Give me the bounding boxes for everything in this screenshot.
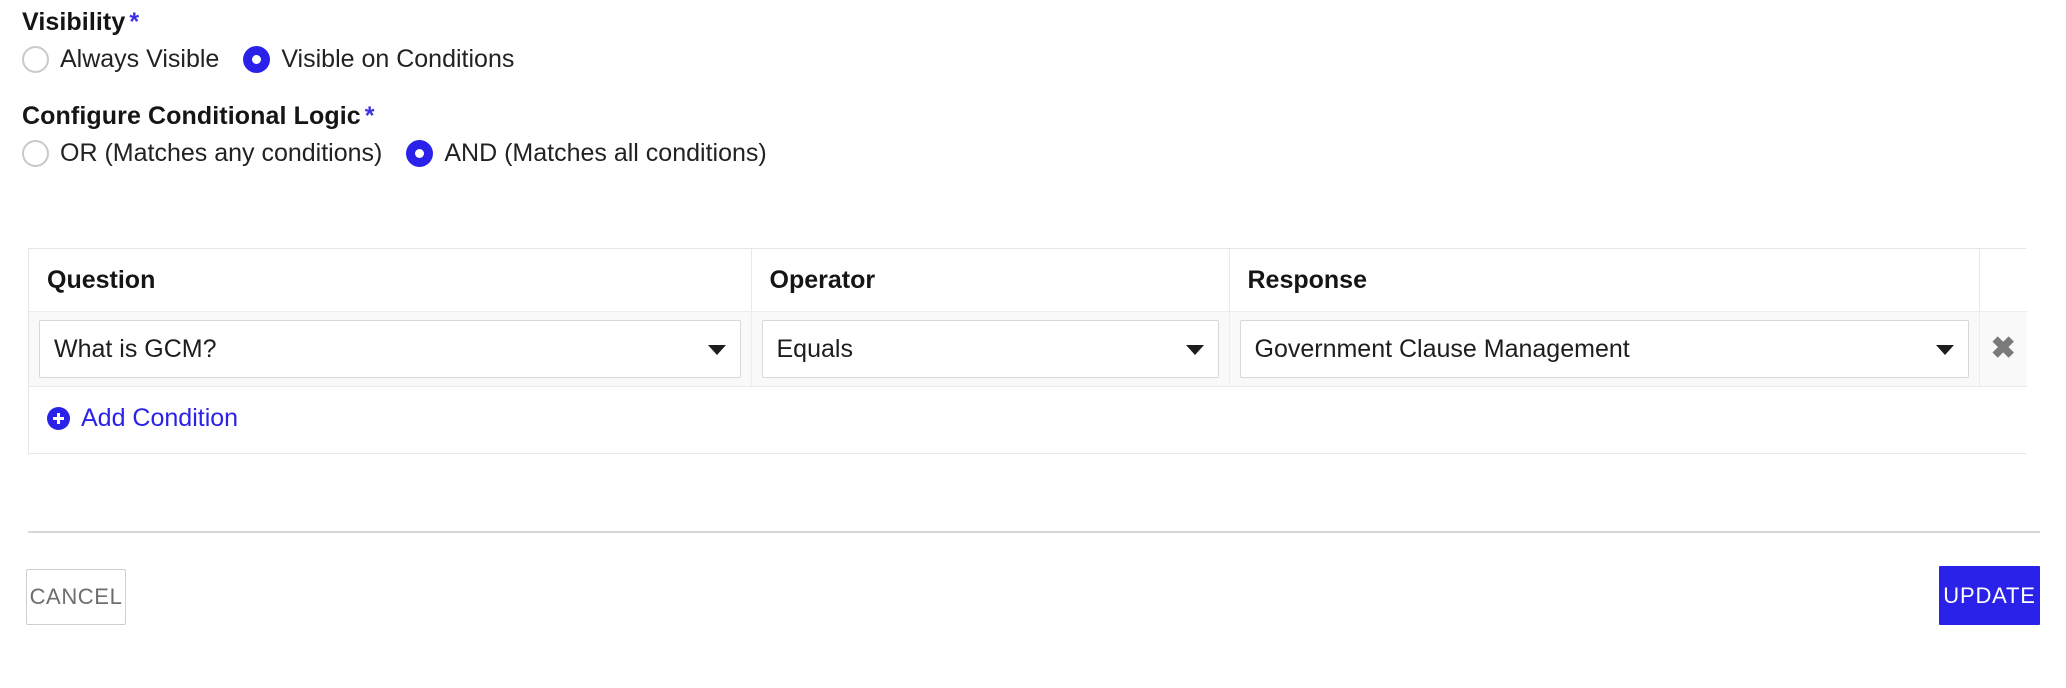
conditional-logic-radio-group: OR (Matches any conditions) AND (Matches… xyxy=(22,140,767,167)
plus-circle-icon xyxy=(47,406,70,430)
add-condition-label: Add Condition xyxy=(81,403,239,432)
radio-unselected-icon[interactable] xyxy=(22,46,49,73)
chevron-down-icon[interactable] xyxy=(707,345,726,355)
cell-remove: ✖ xyxy=(1979,311,2027,387)
operator-select[interactable]: Equals xyxy=(761,320,1219,378)
footer-divider xyxy=(28,531,2040,533)
radio-label-visible-on-conditions: Visible on Conditions xyxy=(281,45,515,73)
conditional-logic-label-text: Configure Conditional Logic xyxy=(22,102,361,130)
radio-label-or: OR (Matches any conditions) xyxy=(60,139,383,167)
cell-question: What is GCM? xyxy=(29,311,752,387)
conditions-table: Question Operator Response What is GCM? xyxy=(28,248,2027,454)
visibility-radio-group: Always Visible Visible on Conditions xyxy=(22,46,514,73)
question-select[interactable]: What is GCM? xyxy=(39,320,741,378)
cell-add-condition: Add Condition xyxy=(29,386,2027,453)
radio-label-always-visible: Always Visible xyxy=(60,45,220,73)
chevron-down-icon[interactable] xyxy=(1935,345,1954,355)
cell-operator: Equals xyxy=(751,311,1230,387)
column-header-question: Question xyxy=(29,249,752,312)
radio-unselected-icon[interactable] xyxy=(22,140,49,167)
radio-option-always-visible[interactable]: Always Visible xyxy=(22,46,219,73)
visibility-required-asterisk: * xyxy=(129,8,140,36)
radio-selected-icon[interactable] xyxy=(243,46,271,73)
conditional-logic-label: Configure Conditional Logic * xyxy=(22,102,375,131)
response-select[interactable]: Government Clause Management xyxy=(1239,320,1969,378)
visibility-label: Visibility * xyxy=(22,8,139,37)
chevron-down-icon[interactable] xyxy=(1185,345,1204,355)
conditional-visibility-form: Visibility * Always Visible Visible on Co… xyxy=(0,0,2066,688)
radio-option-or[interactable]: OR (Matches any conditions) xyxy=(22,140,382,167)
cancel-button[interactable]: CANCEL xyxy=(26,569,126,625)
conditional-logic-required-asterisk: * xyxy=(364,102,375,130)
table-header-row: Question Operator Response xyxy=(29,249,2027,312)
response-select-value: Government Clause Management xyxy=(1254,335,1630,363)
table-row: What is GCM? Equals Government Clause Ma… xyxy=(29,311,2027,387)
visibility-label-text: Visibility xyxy=(22,8,126,36)
cell-response: Government Clause Management xyxy=(1229,311,1980,387)
question-select-value: What is GCM? xyxy=(54,335,217,363)
add-condition-row: Add Condition xyxy=(29,386,2027,453)
update-button[interactable]: UPDATE xyxy=(1939,566,2040,625)
column-header-operator: Operator xyxy=(751,249,1230,312)
radio-label-and: AND (Matches all conditions) xyxy=(444,139,767,167)
column-header-response: Response xyxy=(1229,249,1980,312)
operator-select-value: Equals xyxy=(776,335,853,363)
add-condition-button[interactable]: Add Condition xyxy=(47,404,238,433)
radio-option-visible-on-conditions[interactable]: Visible on Conditions xyxy=(243,46,514,73)
radio-option-and[interactable]: AND (Matches all conditions) xyxy=(406,139,767,167)
radio-selected-icon[interactable] xyxy=(406,140,434,167)
remove-condition-icon[interactable]: ✖ xyxy=(1981,327,2025,371)
column-header-actions xyxy=(1979,249,2027,312)
